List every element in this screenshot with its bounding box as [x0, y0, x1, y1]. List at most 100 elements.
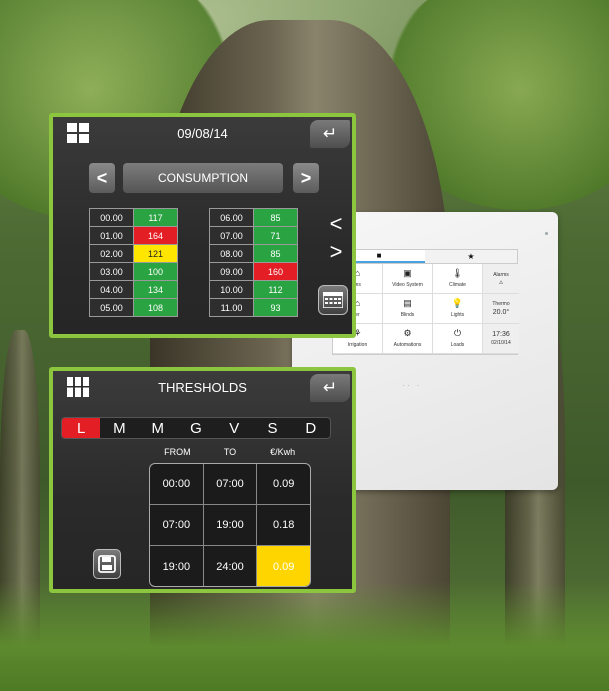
consumption-value-cell[interactable]: 85	[253, 244, 298, 263]
alarms-tile[interactable]: Alarms ⚠	[483, 264, 519, 294]
gear-icon: ⚙	[403, 328, 412, 338]
day-tab[interactable]: D	[292, 418, 330, 438]
consumption-table-left: 00.00 117 01.00 164 02.00 121 03.00 100 04.00 134…	[89, 208, 178, 317]
mode-label: CONSUMPTION	[123, 163, 283, 193]
consumption-value-cell[interactable]: 112	[253, 280, 298, 299]
price-cell[interactable]: 0.09	[257, 546, 310, 586]
alarm-icon: ⚠	[498, 279, 504, 286]
clock-time: 17:36	[492, 331, 510, 338]
consumption-row: 03.00 100	[89, 262, 178, 281]
hour-cell: 04.00	[89, 280, 134, 299]
column-price: €/Kwh	[270, 447, 296, 457]
day-tab[interactable]: S	[253, 418, 291, 438]
chevron-right-icon[interactable]: >	[326, 241, 346, 263]
consumption-row: 00.00 117	[89, 208, 178, 227]
consumption-value-cell[interactable]: 160	[253, 262, 298, 281]
consumption-row: 10.00 112	[209, 280, 298, 299]
device-tabs: ■ ★	[333, 250, 517, 264]
plug-icon: ⏻	[453, 328, 462, 338]
consumption-value-cell[interactable]: 121	[133, 244, 178, 263]
device-cell[interactable]: 🌡 Climate	[433, 264, 483, 294]
device-cell-label: Lights	[450, 312, 465, 318]
thresholds-table: 00:00 07:00 0.09 07:00 19:00 0.18 19:00 24:00 0.…	[149, 463, 311, 587]
consumption-panel: 09/08/14 ↵ < CONSUMPTION > 00.00 117 01.00…	[49, 113, 356, 338]
save-button[interactable]	[93, 549, 121, 579]
device-cell[interactable]: ⏻ Loads	[433, 324, 483, 354]
device-cell-label: Irrigation	[347, 342, 368, 348]
chevron-left-icon[interactable]: <	[326, 213, 346, 235]
back-button[interactable]: ↵	[310, 120, 350, 148]
thermo-tile[interactable]: Thermo 20.0°	[483, 294, 519, 324]
consumption-value-cell[interactable]: 71	[253, 226, 298, 245]
bulb-icon: 💡	[451, 298, 464, 308]
calendar-button[interactable]	[318, 285, 348, 315]
thresholds-column-headers: FROM TO €/Kwh	[151, 447, 309, 457]
device-cell[interactable]: ▣ Video System	[383, 264, 433, 294]
hour-cell: 06.00	[209, 208, 254, 227]
consumption-row: 11.00 93	[209, 298, 298, 317]
alarms-label: Alarms	[493, 271, 509, 278]
consumption-value-cell[interactable]: 134	[133, 280, 178, 299]
device-logo: ·· ·	[402, 380, 422, 390]
consumption-row: 02.00 121	[89, 244, 178, 263]
hour-cell: 01.00	[89, 226, 134, 245]
price-cell[interactable]: 0.09	[257, 464, 310, 504]
device-cell-label: Video System	[392, 282, 423, 288]
to-cell[interactable]: 07:00	[204, 464, 258, 504]
thresholds-topbar: THRESHOLDS ↵	[53, 371, 352, 403]
consumption-value-cell[interactable]: 164	[133, 226, 178, 245]
threshold-row: 19:00 24:00 0.09	[150, 546, 310, 586]
thermo-label: Thermo	[492, 301, 510, 307]
hour-cell: 05.00	[89, 298, 134, 317]
consumption-row: 05.00 108	[89, 298, 178, 317]
price-cell[interactable]: 0.18	[257, 505, 310, 545]
device-cell[interactable]: 💡 Lights	[433, 294, 483, 324]
grid-icon[interactable]	[61, 120, 95, 146]
day-tab[interactable]: M	[100, 418, 138, 438]
day-tab[interactable]: M	[139, 418, 177, 438]
return-icon: ↵	[322, 378, 338, 397]
device-cell[interactable]: ▤ Blinds	[383, 294, 433, 324]
consumption-value-cell[interactable]: 85	[253, 208, 298, 227]
hour-cell: 07.00	[209, 226, 254, 245]
day-tab[interactable]: L	[62, 418, 101, 438]
device-status-column: Alarms ⚠ Thermo 20.0° 17:36 02/10/14	[483, 264, 519, 354]
to-cell[interactable]: 24:00	[204, 546, 258, 586]
next-mode-button[interactable]: >	[293, 163, 319, 193]
device-screen[interactable]: ■ ★ ⌂ ms ▣ Video System 🌡 Climate ⌂ er ▤ Blin…	[332, 249, 519, 355]
prev-mode-button[interactable]: <	[89, 163, 115, 193]
column-to: TO	[223, 447, 237, 457]
device-cell[interactable]: ⚙ Automations	[383, 324, 433, 354]
day-tab[interactable]: G	[177, 418, 215, 438]
from-cell[interactable]: 19:00	[150, 546, 204, 586]
hour-cell: 09.00	[209, 262, 254, 281]
from-cell[interactable]: 00:00	[150, 464, 204, 504]
consumption-value-cell[interactable]: 108	[133, 298, 178, 317]
clock-tile: 17:36 02/10/14	[483, 324, 519, 354]
device-tab-favorites[interactable]: ★	[425, 250, 517, 263]
hour-cell: 02.00	[89, 244, 134, 263]
from-cell[interactable]: 07:00	[150, 505, 204, 545]
thresholds-title: THRESHOLDS	[158, 379, 247, 395]
threshold-row: 00:00 07:00 0.09	[150, 464, 310, 505]
consumption-value-cell[interactable]: 117	[133, 208, 178, 227]
list-grid-icon[interactable]	[61, 374, 95, 400]
device-cell-label: Climate	[449, 282, 466, 288]
consumption-row: 06.00 85	[209, 208, 298, 227]
mode-selector: < CONSUMPTION >	[89, 163, 319, 193]
day-tab[interactable]: V	[215, 418, 253, 438]
hour-cell: 08.00	[209, 244, 254, 263]
consumption-value-cell[interactable]: 93	[253, 298, 298, 317]
consumption-topbar: 09/08/14 ↵	[53, 117, 352, 149]
to-cell[interactable]: 19:00	[204, 505, 258, 545]
hour-cell: 00.00	[89, 208, 134, 227]
device-led	[545, 232, 548, 235]
consumption-date: 09/08/14	[177, 125, 228, 141]
back-button[interactable]: ↵	[310, 374, 350, 402]
consumption-value-cell[interactable]: 100	[133, 262, 178, 281]
return-icon: ↵	[322, 124, 338, 143]
consumption-row: 04.00 134	[89, 280, 178, 299]
temperature-value: 20.0°	[492, 309, 510, 316]
device-cell-label: Blinds	[400, 312, 415, 318]
column-from: FROM	[164, 447, 191, 457]
